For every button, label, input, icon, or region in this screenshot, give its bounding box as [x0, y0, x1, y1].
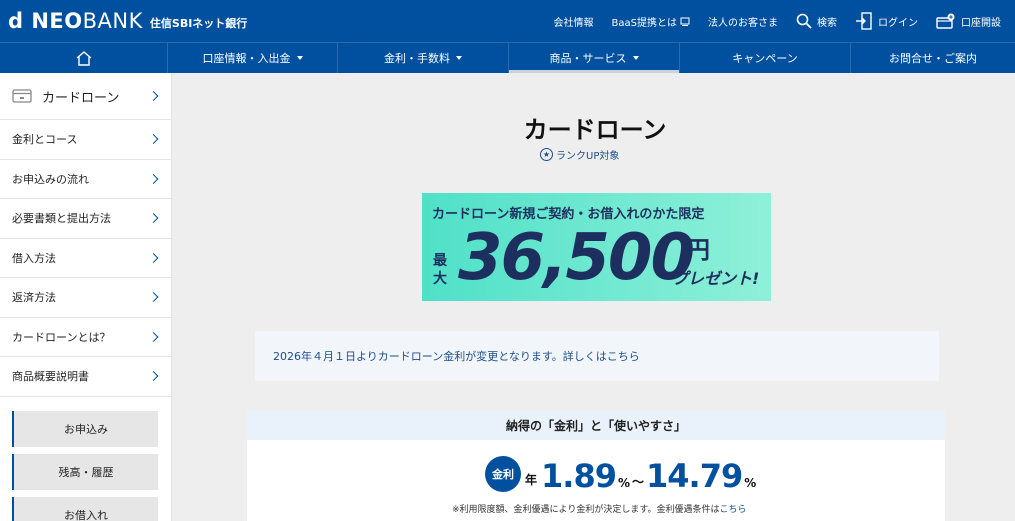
company-info-link[interactable]: 会社情報	[554, 14, 594, 29]
sidebar-item-documents[interactable]: 必要書類と提出方法	[0, 199, 171, 239]
chevron-right-icon	[148, 134, 159, 145]
nav-rates-fees[interactable]: 金利・手数料	[338, 43, 509, 73]
caret-down-icon	[456, 56, 462, 60]
rate-unit-low: %	[617, 476, 630, 490]
chevron-right-icon	[148, 173, 159, 184]
nav-home[interactable]	[0, 43, 168, 73]
rate-badge: 金利	[485, 456, 521, 492]
banner-max-label: 最大	[433, 253, 447, 287]
nav-account-info[interactable]: 口座情報・入出金	[168, 43, 338, 73]
nav-contact[interactable]: お問合せ・ご案内	[851, 43, 1015, 73]
home-icon	[76, 51, 91, 66]
utility-links: 会社情報 BaaS提携とは 法人のお客さま 検索 ログイン 口座開設	[536, 0, 1001, 42]
chevron-right-icon	[148, 292, 159, 303]
caret-down-icon	[296, 56, 303, 60]
sidebar-item-product-summary[interactable]: 商品概要説明書	[0, 357, 171, 397]
banner-headline: カードローン新規ご契約・お借入れのかた限定	[432, 207, 705, 222]
card-icon	[12, 89, 32, 103]
rate-high: 14.79	[646, 457, 743, 495]
nav-campaign[interactable]: キャンペーン	[680, 43, 851, 73]
star-icon: ★	[540, 148, 553, 161]
sidebar-head-label: カードローン	[42, 90, 120, 106]
baas-link[interactable]: BaaS提携とは	[612, 14, 690, 29]
chevron-right-icon	[148, 371, 159, 382]
caret-down-icon	[632, 56, 639, 60]
sidebar-item-borrowing[interactable]: 借入方法	[0, 239, 171, 278]
external-window-icon	[680, 17, 690, 26]
chevron-right-icon	[148, 213, 159, 224]
banner-gift: プレゼント!	[672, 269, 760, 288]
top-header: d NEOBANK 住信SBIネット銀行 会社情報 BaaS提携とは 法人のお客…	[0, 0, 1015, 42]
rate-note: ※利用限度額、金利優遇により金利が決定します。金利優遇条件はこちら	[452, 505, 747, 515]
logo-brand: d NEOBANK	[8, 9, 143, 33]
search-link[interactable]: 検索	[796, 13, 837, 29]
logo-subtitle: 住信SBIネット銀行	[149, 17, 248, 30]
login-door-icon	[856, 12, 872, 30]
campaign-banner[interactable]: カードローン新規ご契約・お借入れのかた限定 最大 36,500 円 プレゼント!	[422, 193, 771, 301]
chevron-right-icon	[148, 252, 159, 263]
sidebar-head-card-loan[interactable]: カードローン	[0, 73, 171, 120]
rate-unit-high: %	[744, 476, 757, 490]
chevron-right-icon	[148, 91, 159, 101]
chevron-right-icon	[148, 331, 159, 342]
rate-card: 納得の「金利」と「使いやすさ」 金利 年 1.89 % 〜 14.79 % ※利…	[247, 410, 945, 521]
banner-amount: 36,500	[458, 221, 695, 295]
rank-up-tag[interactable]: ★ ランクUP対象	[540, 147, 660, 162]
sidebar-item-about[interactable]: カードローンとは？	[0, 318, 171, 357]
rate-low: 1.89	[541, 457, 617, 495]
apply-button[interactable]: お申込み	[12, 411, 158, 447]
rate-card-heading: 納得の「金利」と「使いやすさ」	[247, 410, 945, 440]
login-link[interactable]: ログイン	[855, 12, 918, 30]
main-nav: 口座情報・入出金 金利・手数料 商品・サービス キャンペーン お問合せ・ご案内	[0, 42, 1015, 73]
corporate-link[interactable]: 法人のお客さま	[708, 14, 778, 29]
rate-tilde: 〜	[632, 475, 645, 489]
sidebar-item-rates-course[interactable]: 金利とコース	[0, 120, 171, 160]
banner-yen: 円	[686, 236, 710, 264]
rate-row: 金利 年 1.89 % 〜 14.79 %	[485, 454, 758, 494]
rate-change-notice[interactable]: 2026年４月１日よりカードローン金利が変更となります。詳しくはこちら	[255, 331, 939, 381]
balance-history-button[interactable]: 残高・履歴	[12, 454, 158, 490]
card-plus-icon	[936, 13, 955, 29]
rate-conditions-link[interactable]: こちら	[719, 505, 746, 515]
sidebar-item-application-flow[interactable]: お申込みの流れ	[0, 160, 171, 199]
site-logo[interactable]: d NEOBANK 住信SBIネット銀行	[8, 8, 247, 34]
page-title: カードローン	[523, 116, 667, 144]
rate-prefix: 年	[525, 473, 538, 487]
nav-products-services[interactable]: 商品・サービス	[509, 43, 680, 73]
open-account-link[interactable]: 口座開設	[936, 13, 1001, 29]
sidebar-item-repayment[interactable]: 返済方法	[0, 278, 171, 318]
search-icon	[796, 13, 812, 29]
borrow-button[interactable]: お借入れ	[12, 497, 158, 521]
sidebar: カードローン 金利とコース お申込みの流れ 必要書類と提出方法 借入方法 返済方…	[0, 73, 172, 521]
